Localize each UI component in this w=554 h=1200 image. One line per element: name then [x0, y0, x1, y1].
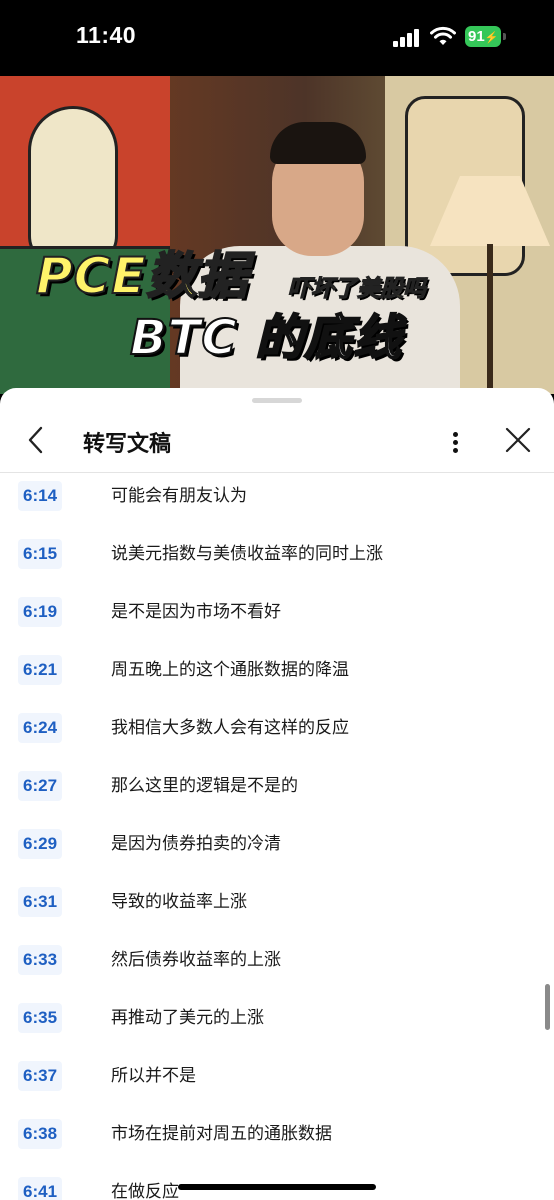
close-button[interactable]	[500, 420, 536, 460]
status-time: 11:40	[76, 22, 137, 48]
transcript-panel: 转写文稿 6:14 可能会有朋友认为 6:15 说美元指数与美债收益率的同时上涨 6:1…	[0, 388, 554, 1200]
transcript-row[interactable]: 6:35 再推动了美元的上涨	[0, 1000, 554, 1058]
scrollbar[interactable]	[545, 984, 550, 1030]
timestamp-link[interactable]: 6:21	[18, 655, 63, 685]
transcript-text: 说美元指数与美债收益率的同时上涨	[111, 544, 383, 564]
close-icon	[505, 427, 531, 453]
transcript-row[interactable]: 6:14 可能会有朋友认为	[0, 478, 554, 536]
panel-title: 转写文稿	[83, 432, 172, 457]
transcript-text: 所以并不是	[111, 1066, 196, 1086]
timestamp-link[interactable]: 6:35	[18, 1003, 63, 1033]
more-dot	[453, 448, 458, 453]
transcript-text: 是因为债券拍卖的冷清	[111, 834, 281, 854]
timestamp-link[interactable]: 6:41	[18, 1177, 63, 1200]
timestamp-link[interactable]: 6:24	[18, 713, 63, 743]
transcript-row[interactable]: 6:33 然后债券收益率的上涨	[0, 942, 554, 1000]
timestamp-link[interactable]: 6:38	[18, 1119, 63, 1149]
transcript-list[interactable]: 6:14 可能会有朋友认为 6:15 说美元指数与美债收益率的同时上涨 6:19 是不是因…	[0, 474, 554, 1200]
battery-level: 91	[468, 28, 485, 45]
timestamp-link[interactable]: 6:31	[18, 887, 63, 917]
battery-cap	[503, 33, 506, 40]
more-options-button[interactable]	[440, 420, 470, 460]
transcript-row[interactable]: 6:29 是因为债券拍卖的冷清	[0, 826, 554, 884]
transcript-text: 然后债券收益率的上涨	[111, 950, 281, 970]
transcript-text: 我相信大多数人会有这样的反应	[111, 718, 349, 738]
transcript-row[interactable]: 6:21 周五晚上的这个通胀数据的降温	[0, 652, 554, 710]
more-dot	[453, 440, 458, 445]
battery-icon: 91⚡	[465, 26, 501, 47]
status-bar: 11:40 91⚡	[0, 0, 554, 76]
video-player[interactable]: PCE数据 吓坏了美股吗 BTC 的底线	[0, 76, 554, 394]
timestamp-link[interactable]: 6:14	[18, 481, 63, 511]
lamp-pole	[487, 244, 493, 394]
transcript-text: 周五晚上的这个通胀数据的降温	[111, 660, 349, 680]
more-vertical-icon	[453, 432, 458, 437]
timestamp-link[interactable]: 6:19	[18, 597, 63, 627]
timestamp-link[interactable]: 6:15	[18, 539, 63, 569]
transcript-text: 市场在提前对周五的通胀数据	[111, 1124, 332, 1144]
transcript-text: 那么这里的逻辑是不是的	[111, 776, 298, 796]
signal-icon	[393, 29, 421, 47]
transcript-row[interactable]: 6:19 是不是因为市场不看好	[0, 594, 554, 652]
timestamp-link[interactable]: 6:37	[18, 1061, 63, 1091]
transcript-text: 再推动了美元的上涨	[111, 1008, 264, 1028]
timestamp-link[interactable]: 6:33	[18, 945, 63, 975]
timestamp-link[interactable]: 6:29	[18, 829, 63, 859]
back-button[interactable]	[20, 420, 54, 460]
transcript-text: 是不是因为市场不看好	[111, 602, 281, 622]
presenter-hair	[270, 122, 366, 164]
wifi-icon	[430, 26, 456, 45]
home-indicator[interactable]	[178, 1184, 376, 1190]
transcript-row[interactable]: 6:38 市场在提前对周五的通胀数据	[0, 1116, 554, 1174]
transcript-row[interactable]: 6:31 导致的收益率上涨	[0, 884, 554, 942]
transcript-row[interactable]: 6:27 那么这里的逻辑是不是的	[0, 768, 554, 826]
transcript-row[interactable]: 6:24 我相信大多数人会有这样的反应	[0, 710, 554, 768]
back-chevron-icon	[28, 426, 43, 454]
video-title-line2: BTC 的底线	[129, 309, 403, 367]
sheet-grabber[interactable]	[252, 398, 302, 403]
transcript-text: 导致的收益率上涨	[111, 892, 247, 912]
transcript-text: 可能会有朋友认为	[111, 486, 247, 506]
panel-header: 转写文稿	[0, 408, 554, 473]
timestamp-link[interactable]: 6:27	[18, 771, 63, 801]
transcript-row[interactable]: 6:15 说美元指数与美债收益率的同时上涨	[0, 536, 554, 594]
transcript-text: 在做反应	[111, 1182, 179, 1200]
transcript-row[interactable]: 6:37 所以并不是	[0, 1058, 554, 1116]
